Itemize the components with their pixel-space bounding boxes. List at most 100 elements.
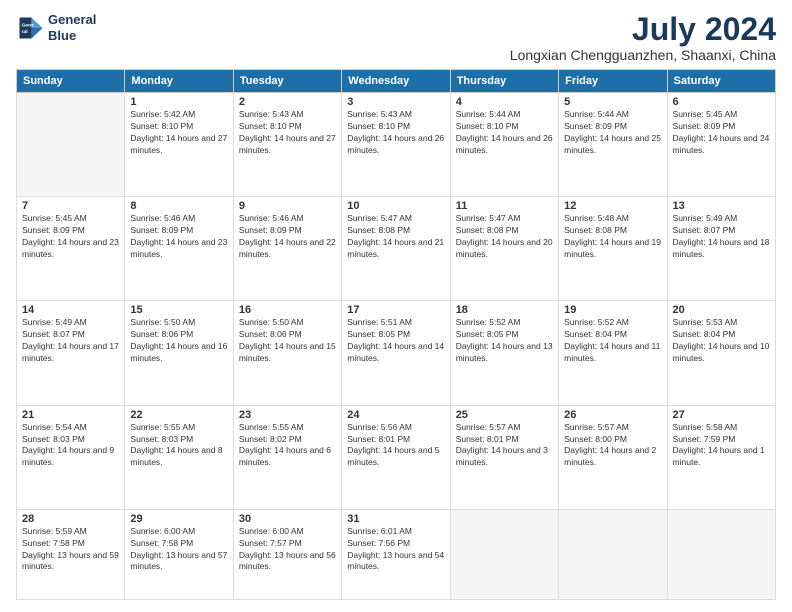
day-info: Sunrise: 6:01 AMSunset: 7:56 PMDaylight:… [347,526,444,574]
day-cell: 30Sunrise: 6:00 AMSunset: 7:57 PMDayligh… [233,509,341,599]
logo-icon: Gene ral [16,14,44,42]
day-cell: 9Sunrise: 5:46 AMSunset: 8:09 PMDaylight… [233,197,341,301]
day-number: 19 [564,304,661,316]
day-info: Sunrise: 5:46 AMSunset: 8:09 PMDaylight:… [130,213,227,261]
day-info: Sunrise: 5:59 AMSunset: 7:58 PMDaylight:… [22,526,119,574]
day-number: 26 [564,409,661,421]
day-number: 22 [130,409,227,421]
day-number: 1 [130,96,227,108]
day-cell [559,509,667,599]
day-cell: 2Sunrise: 5:43 AMSunset: 8:10 PMDaylight… [233,93,341,197]
day-cell: 16Sunrise: 5:50 AMSunset: 8:06 PMDayligh… [233,301,341,405]
day-info: Sunrise: 5:45 AMSunset: 8:09 PMDaylight:… [673,109,770,157]
week-row-1: 1Sunrise: 5:42 AMSunset: 8:10 PMDaylight… [17,93,776,197]
day-info: Sunrise: 5:43 AMSunset: 8:10 PMDaylight:… [239,109,336,157]
day-info: Sunrise: 5:55 AMSunset: 8:02 PMDaylight:… [239,422,336,470]
calendar-table: SundayMondayTuesdayWednesdayThursdayFrid… [16,69,776,600]
day-info: Sunrise: 5:50 AMSunset: 8:06 PMDaylight:… [130,317,227,365]
day-number: 20 [673,304,770,316]
day-number: 17 [347,304,444,316]
day-number: 12 [564,200,661,212]
day-number: 4 [456,96,553,108]
day-number: 28 [22,513,119,525]
header-row: SundayMondayTuesdayWednesdayThursdayFrid… [17,70,776,93]
day-cell: 12Sunrise: 5:48 AMSunset: 8:08 PMDayligh… [559,197,667,301]
day-number: 7 [22,200,119,212]
day-info: Sunrise: 5:55 AMSunset: 8:03 PMDaylight:… [130,422,227,470]
day-info: Sunrise: 5:57 AMSunset: 8:00 PMDaylight:… [564,422,661,470]
logo-line1: General [48,12,96,28]
header: Gene ral General Blue July 2024 Longxian… [16,12,776,63]
day-number: 11 [456,200,553,212]
day-cell: 10Sunrise: 5:47 AMSunset: 8:08 PMDayligh… [342,197,450,301]
day-cell: 8Sunrise: 5:46 AMSunset: 8:09 PMDaylight… [125,197,233,301]
day-number: 25 [456,409,553,421]
day-cell: 4Sunrise: 5:44 AMSunset: 8:10 PMDaylight… [450,93,558,197]
day-cell: 17Sunrise: 5:51 AMSunset: 8:05 PMDayligh… [342,301,450,405]
col-header-saturday: Saturday [667,70,775,93]
day-cell: 28Sunrise: 5:59 AMSunset: 7:58 PMDayligh… [17,509,125,599]
day-info: Sunrise: 5:49 AMSunset: 8:07 PMDaylight:… [22,317,119,365]
day-number: 24 [347,409,444,421]
week-row-5: 28Sunrise: 5:59 AMSunset: 7:58 PMDayligh… [17,509,776,599]
logo: Gene ral General Blue [16,12,96,43]
col-header-wednesday: Wednesday [342,70,450,93]
day-cell: 20Sunrise: 5:53 AMSunset: 8:04 PMDayligh… [667,301,775,405]
day-cell: 24Sunrise: 5:56 AMSunset: 8:01 PMDayligh… [342,405,450,509]
day-number: 29 [130,513,227,525]
svg-text:ral: ral [22,28,29,34]
day-cell: 21Sunrise: 5:54 AMSunset: 8:03 PMDayligh… [17,405,125,509]
day-number: 14 [22,304,119,316]
day-number: 21 [22,409,119,421]
logo-line2: Blue [48,28,96,44]
day-cell: 29Sunrise: 6:00 AMSunset: 7:58 PMDayligh… [125,509,233,599]
day-cell: 3Sunrise: 5:43 AMSunset: 8:10 PMDaylight… [342,93,450,197]
col-header-friday: Friday [559,70,667,93]
week-row-3: 14Sunrise: 5:49 AMSunset: 8:07 PMDayligh… [17,301,776,405]
day-info: Sunrise: 5:46 AMSunset: 8:09 PMDaylight:… [239,213,336,261]
day-info: Sunrise: 5:45 AMSunset: 8:09 PMDaylight:… [22,213,119,261]
logo-text: General Blue [48,12,96,43]
day-cell: 7Sunrise: 5:45 AMSunset: 8:09 PMDaylight… [17,197,125,301]
day-info: Sunrise: 5:44 AMSunset: 8:10 PMDaylight:… [456,109,553,157]
day-cell: 18Sunrise: 5:52 AMSunset: 8:05 PMDayligh… [450,301,558,405]
day-cell: 23Sunrise: 5:55 AMSunset: 8:02 PMDayligh… [233,405,341,509]
day-number: 30 [239,513,336,525]
day-cell [17,93,125,197]
day-info: Sunrise: 5:56 AMSunset: 8:01 PMDaylight:… [347,422,444,470]
day-number: 8 [130,200,227,212]
day-cell: 22Sunrise: 5:55 AMSunset: 8:03 PMDayligh… [125,405,233,509]
page: Gene ral General Blue July 2024 Longxian… [0,0,792,612]
day-number: 15 [130,304,227,316]
col-header-thursday: Thursday [450,70,558,93]
week-row-2: 7Sunrise: 5:45 AMSunset: 8:09 PMDaylight… [17,197,776,301]
day-info: Sunrise: 5:49 AMSunset: 8:07 PMDaylight:… [673,213,770,261]
day-cell: 6Sunrise: 5:45 AMSunset: 8:09 PMDaylight… [667,93,775,197]
day-number: 31 [347,513,444,525]
day-cell: 1Sunrise: 5:42 AMSunset: 8:10 PMDaylight… [125,93,233,197]
day-cell: 27Sunrise: 5:58 AMSunset: 7:59 PMDayligh… [667,405,775,509]
day-info: Sunrise: 5:58 AMSunset: 7:59 PMDaylight:… [673,422,770,470]
day-info: Sunrise: 5:52 AMSunset: 8:04 PMDaylight:… [564,317,661,365]
day-cell: 11Sunrise: 5:47 AMSunset: 8:08 PMDayligh… [450,197,558,301]
day-number: 10 [347,200,444,212]
day-number: 6 [673,96,770,108]
day-number: 23 [239,409,336,421]
day-number: 27 [673,409,770,421]
week-row-4: 21Sunrise: 5:54 AMSunset: 8:03 PMDayligh… [17,405,776,509]
day-info: Sunrise: 5:47 AMSunset: 8:08 PMDaylight:… [456,213,553,261]
col-header-sunday: Sunday [17,70,125,93]
day-cell: 19Sunrise: 5:52 AMSunset: 8:04 PMDayligh… [559,301,667,405]
day-info: Sunrise: 6:00 AMSunset: 7:58 PMDaylight:… [130,526,227,574]
location-title: Longxian Chengguanzhen, Shaanxi, China [510,47,776,63]
day-cell: 5Sunrise: 5:44 AMSunset: 8:09 PMDaylight… [559,93,667,197]
day-info: Sunrise: 5:54 AMSunset: 8:03 PMDaylight:… [22,422,119,470]
day-number: 9 [239,200,336,212]
day-cell: 15Sunrise: 5:50 AMSunset: 8:06 PMDayligh… [125,301,233,405]
day-info: Sunrise: 5:53 AMSunset: 8:04 PMDaylight:… [673,317,770,365]
day-cell: 25Sunrise: 5:57 AMSunset: 8:01 PMDayligh… [450,405,558,509]
title-block: July 2024 Longxian Chengguanzhen, Shaanx… [510,12,776,63]
day-info: Sunrise: 5:44 AMSunset: 8:09 PMDaylight:… [564,109,661,157]
month-title: July 2024 [510,12,776,47]
day-number: 5 [564,96,661,108]
